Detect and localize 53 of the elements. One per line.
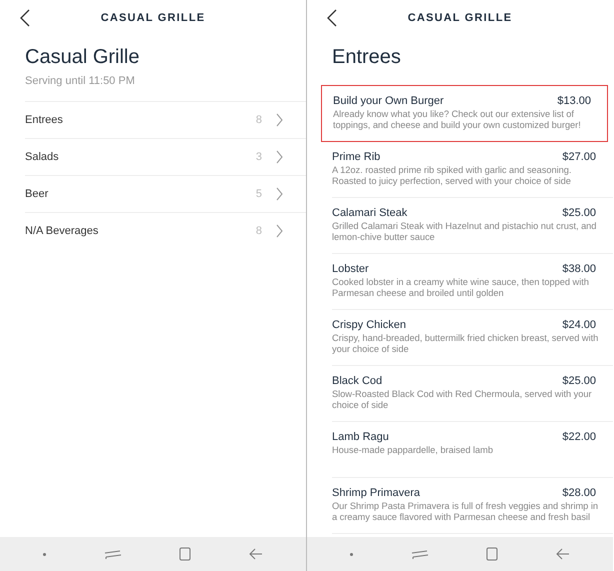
recent-apps-icon[interactable] [410,548,429,560]
category-row[interactable]: Entrees 8 [25,101,306,138]
dot-icon[interactable] [42,552,46,556]
item-price: $22.00 [562,431,596,443]
item-price: $13.00 [557,95,591,107]
item-price: $24.00 [562,319,596,331]
item-description: Cooked lobster in a creamy white wine sauce, then topped with Parmesan cheese and broiled until golden [332,277,590,299]
page-title: Casual Grille [24,45,140,69]
menu-item[interactable]: Crispy Chicken $24.00 Crispy, hand-breaded, buttermilk fried chicken breast, served with your choice of side [332,310,613,366]
item-price: $25.00 [562,375,596,387]
category-row[interactable]: N/A Beverages 8 [25,212,306,249]
recent-apps-icon[interactable] [104,548,122,560]
chevron-icon [276,187,283,201]
back-icon[interactable] [20,9,30,27]
back-icon[interactable] [327,9,337,27]
item-description: House-made pappardelle, braised lamb [332,445,494,456]
menu-item[interactable]: Lamb Ragu $22.00 House-made pappardelle, braised lamb [332,422,613,478]
item-description: Grilled Calamari Steak with Hazelnut and pistachio nut crust, and lemon-chive butter sauce [332,221,598,243]
category-row[interactable]: Salads 3 [25,138,306,175]
menu-item[interactable]: Lobster $38.00 Cooked lobster in a creamy white wine sauce, then topped with Parmesan cheese and broiled until golden [332,254,613,310]
menu-item[interactable]: Black Cod $25.00 Slow-Roasted Black Cod with Red Chermoula, served with your choice of side [332,366,613,422]
dot-icon[interactable] [350,552,353,556]
item-description: Our Shrimp Pasta Primavera is full of fresh veggies and shrimp in a creamy sauce flavored with Parmesan cheese and fresh basil [332,501,599,523]
item-name: Prime Rib [332,151,380,163]
menu-item[interactable]: Calamari Steak $25.00 Grilled Calamari Steak with Hazelnut and pistachio nut crust, and lemon-chive butter sauce [332,198,613,254]
chevron-icon [276,113,283,127]
item-name: Black Cod [332,375,382,387]
item-name: Lobster [332,263,369,275]
item-description: Already know what you like? Check out our extensive list of toppings, and cheese and build your own customized burger! [333,109,582,131]
chevron-icon [276,224,283,238]
item-price: $27.00 [562,151,596,163]
serving-hours: Serving until 11:50 PM [24,74,136,87]
item-name: Shrimp Primavera [332,487,420,499]
menu-item[interactable]: Prime Rib $27.00 A 12oz. roasted prime rib spiked with garlic and seasoning. Roasted to juicy perfection, served with your choice of side [332,142,613,198]
header-title: CASUAL GRILLE [408,12,512,24]
item-description: Slow-Roasted Black Cod with Red Chermoula, served with your choice of side [332,389,593,411]
item-name: Crispy Chicken [332,319,406,331]
header-title: CASUAL GRILLE [100,12,206,24]
menu-item[interactable]: Build your Own Burger $13.00 Already know what you like? Check out our extensive list of toppings, and cheese and build your own customized burger! [321,85,608,142]
home-icon[interactable] [179,547,192,561]
category-row[interactable]: Beer 5 [25,175,306,212]
item-name: Calamari Steak [332,207,408,219]
chevron-icon [276,150,283,164]
item-description: A 12oz. roasted prime rib spiked with garlic and seasoning. Roasted to juicy perfection, served with your choice of side [332,165,572,187]
menu-item[interactable]: Shrimp Primavera $28.00 Our Shrimp Pasta Primavera is full of fresh veggies and shrimp in a creamy sauce flavored with Parmesan cheese and fresh basil [332,478,613,534]
item-price: $38.00 [562,263,596,275]
item-name: Lamb Ragu [332,431,389,443]
item-description: Crispy, hand-breaded, buttermilk fried chicken breast, served with your choice of side [332,333,600,355]
item-price: $25.00 [562,207,596,219]
item-name: Build your Own Burger [333,95,444,107]
item-price: $28.00 [562,487,596,499]
page-title: Entrees [331,45,402,69]
home-icon[interactable] [486,547,498,561]
